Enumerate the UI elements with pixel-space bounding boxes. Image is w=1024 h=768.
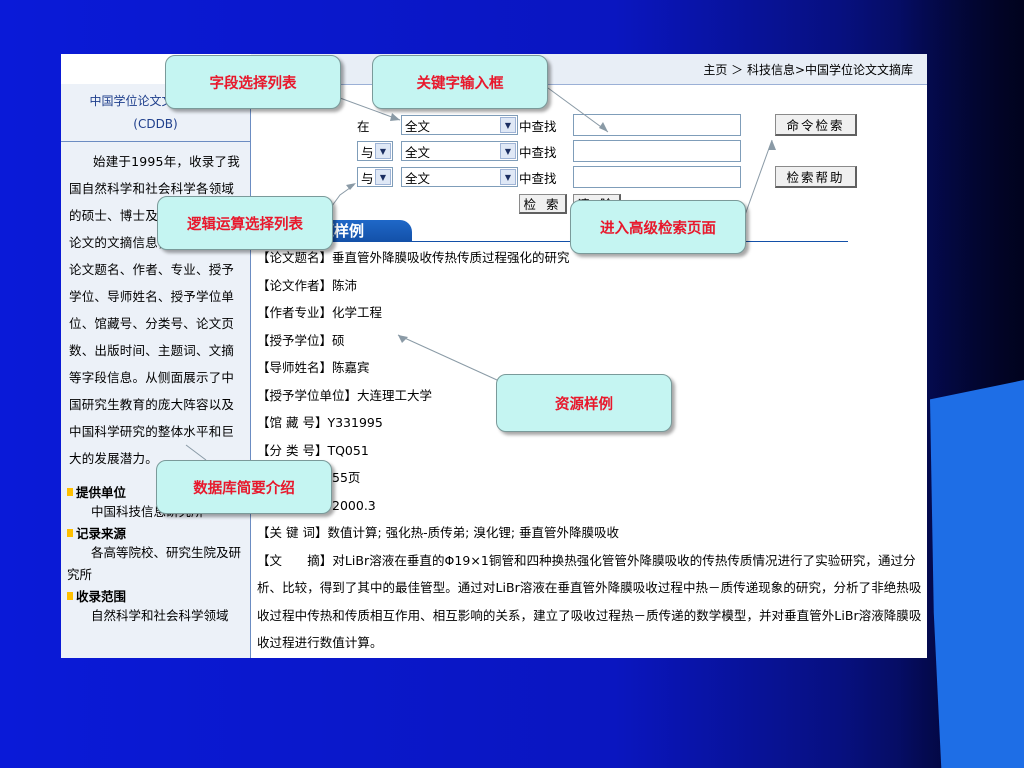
- section-scope-title: 收录范围: [61, 586, 250, 605]
- left-panel: 中国学位论文文摘数据库 (CDDB) 始建于1995年，收录了我国自然科学和社会…: [61, 84, 251, 658]
- record-class-no: 【分 类 号】TQ051: [257, 442, 369, 458]
- field-select-2[interactable]: 全文 ▼: [401, 141, 518, 161]
- record-pub-date: 【出版时间】2000.3: [257, 497, 376, 513]
- callout-field-list: 字段选择列表: [165, 55, 341, 109]
- chevron-down-icon: ▼: [500, 143, 516, 159]
- callout-advanced-page: 进入高级检索页面: [570, 200, 746, 254]
- logic-select-3[interactable]: 与 ▼: [357, 167, 393, 187]
- chevron-down-icon: ▼: [500, 169, 516, 185]
- section-scope-body: 自然科学和社会科学领域: [91, 608, 229, 623]
- callout-db-intro: 数据库简要介绍: [156, 460, 332, 514]
- logic-select-2[interactable]: 与 ▼: [357, 141, 393, 161]
- keyword-input-1[interactable]: [573, 114, 741, 136]
- command-search-button[interactable]: 命令检索: [775, 114, 857, 136]
- field-select-3[interactable]: 全文 ▼: [401, 167, 518, 187]
- search-button[interactable]: 检 索: [519, 194, 567, 214]
- find-label: 中查找: [519, 170, 557, 186]
- keyword-input-2[interactable]: [573, 140, 741, 162]
- top-bar: 主页 ＞ 科技信息>中国学位论文文摘库: [251, 54, 927, 85]
- record-major: 【作者专业】化学工程: [257, 305, 383, 320]
- bullet-icon: [67, 591, 73, 600]
- search-row-2: 与 ▼ 全文 ▼ 中查找: [251, 140, 927, 162]
- callout-resource-sample: 资源样例: [496, 374, 672, 432]
- section-source-body: 各高等院校、研究生院及研究所: [67, 545, 242, 582]
- record-abstract: 【文 摘】对LiBr溶液在垂直的Φ19×1铜管和四种换热强化管管外降膜吸收的传热…: [257, 552, 922, 651]
- in-label: 在: [357, 118, 370, 134]
- keyword-input-3[interactable]: [573, 166, 741, 188]
- search-row-1: 在 全文 ▼ 中查找 命令检索: [251, 114, 927, 136]
- callout-logic-list: 逻辑运算选择列表: [157, 196, 333, 250]
- database-screenshot: 主页 ＞ 科技信息>中国学位论文文摘库 中国学位论文文摘数据库 (CDDB) 始…: [61, 54, 927, 658]
- chevron-down-icon: ▼: [500, 117, 516, 133]
- record-author: 【论文作者】陈沛: [257, 277, 358, 293]
- record-keywords: 【关 键 词】数值计算; 强化热-质传弟; 溴化锂; 垂直管外降膜吸收: [257, 525, 620, 540]
- find-label: 中查找: [519, 118, 557, 134]
- search-help-button[interactable]: 检索帮助: [775, 166, 857, 188]
- record-degree: 【授予学位】硕: [257, 332, 345, 348]
- database-abbr: (CDDB): [133, 117, 178, 131]
- bullet-icon: [67, 528, 73, 537]
- search-row-3: 与 ▼ 全文 ▼ 中查找 检索帮助: [251, 166, 927, 188]
- record-pages: 【论文页数】55页: [257, 470, 361, 485]
- callout-keyword-input: 关键字输入框: [372, 55, 548, 109]
- database-description: 始建于1995年，收录了我国自然科学和社会科学各领域的硕士、博士及博士后研究生论…: [69, 154, 240, 466]
- find-label: 中查找: [519, 144, 557, 160]
- chevron-down-icon: ▼: [375, 143, 391, 159]
- section-source-title: 记录来源: [61, 523, 250, 542]
- slide-decoration: [930, 380, 1024, 768]
- field-select-1[interactable]: 全文 ▼: [401, 115, 518, 135]
- bullet-icon: [67, 487, 73, 496]
- sample-records: 【论文题名】垂直管外降膜吸收传热传质过程强化的研究 【论文作者】陈沛 【作者专业…: [257, 244, 927, 657]
- breadcrumb[interactable]: 主页 ＞ 科技信息>中国学位论文文摘库: [703, 61, 913, 78]
- chevron-down-icon: ▼: [375, 169, 391, 185]
